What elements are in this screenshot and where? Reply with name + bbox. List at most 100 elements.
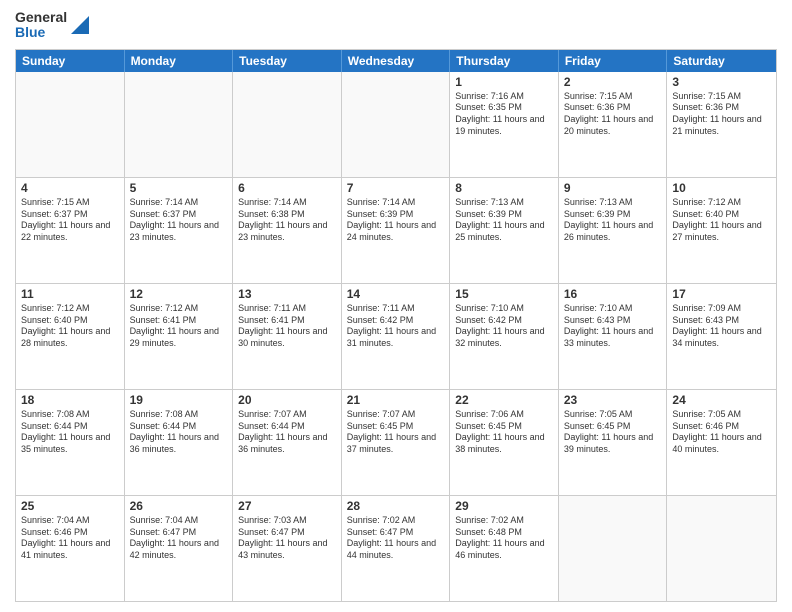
calendar-day-16: 16 Sunrise: 7:10 AM Sunset: 6:43 PM Dayli…: [559, 284, 668, 389]
day-number: 8: [455, 181, 553, 195]
day-number: 4: [21, 181, 119, 195]
day-number: 2: [564, 75, 662, 89]
day-info: Sunrise: 7:13 AM Sunset: 6:39 PM Dayligh…: [564, 197, 662, 244]
day-number: 3: [672, 75, 771, 89]
calendar-empty-cell: [125, 72, 234, 177]
day-info: Sunrise: 7:04 AM Sunset: 6:46 PM Dayligh…: [21, 515, 119, 562]
calendar-day-28: 28 Sunrise: 7:02 AM Sunset: 6:47 PM Dayli…: [342, 496, 451, 601]
day-number: 23: [564, 393, 662, 407]
day-info: Sunrise: 7:16 AM Sunset: 6:35 PM Dayligh…: [455, 91, 553, 138]
day-header-friday: Friday: [559, 50, 668, 72]
logo-blue-text: Blue: [15, 25, 67, 40]
calendar-day-24: 24 Sunrise: 7:05 AM Sunset: 6:46 PM Dayli…: [667, 390, 776, 495]
day-number: 19: [130, 393, 228, 407]
calendar: SundayMondayTuesdayWednesdayThursdayFrid…: [15, 49, 777, 602]
day-info: Sunrise: 7:13 AM Sunset: 6:39 PM Dayligh…: [455, 197, 553, 244]
calendar-day-3: 3 Sunrise: 7:15 AM Sunset: 6:36 PM Daylig…: [667, 72, 776, 177]
day-info: Sunrise: 7:14 AM Sunset: 6:39 PM Dayligh…: [347, 197, 445, 244]
day-number: 25: [21, 499, 119, 513]
calendar-day-15: 15 Sunrise: 7:10 AM Sunset: 6:42 PM Dayli…: [450, 284, 559, 389]
logo-triangle-icon: [71, 16, 89, 34]
calendar-day-21: 21 Sunrise: 7:07 AM Sunset: 6:45 PM Dayli…: [342, 390, 451, 495]
header: General Blue General Blue: [15, 10, 777, 41]
day-info: Sunrise: 7:14 AM Sunset: 6:37 PM Dayligh…: [130, 197, 228, 244]
day-info: Sunrise: 7:11 AM Sunset: 6:42 PM Dayligh…: [347, 303, 445, 350]
calendar-day-29: 29 Sunrise: 7:02 AM Sunset: 6:48 PM Dayli…: [450, 496, 559, 601]
calendar-day-26: 26Sunrise: 7:04 AM Sunset: 6:47 PM Dayli…: [125, 496, 234, 601]
day-info: Sunrise: 7:11 AM Sunset: 6:41 PM Dayligh…: [238, 303, 336, 350]
day-header-wednesday: Wednesday: [342, 50, 451, 72]
day-number: 20: [238, 393, 336, 407]
day-info: Sunrise: 7:04 AM Sunset: 6:47 PM Dayligh…: [130, 515, 228, 562]
day-header-saturday: Saturday: [667, 50, 776, 72]
day-info: Sunrise: 7:09 AM Sunset: 6:43 PM Dayligh…: [672, 303, 771, 350]
day-info: Sunrise: 7:02 AM Sunset: 6:48 PM Dayligh…: [455, 515, 553, 562]
day-info: Sunrise: 7:15 AM Sunset: 6:36 PM Dayligh…: [672, 91, 771, 138]
calendar-header: SundayMondayTuesdayWednesdayThursdayFrid…: [16, 50, 776, 72]
calendar-empty-cell: [667, 496, 776, 601]
day-info: Sunrise: 7:07 AM Sunset: 6:44 PM Dayligh…: [238, 409, 336, 456]
calendar-day-9: 9 Sunrise: 7:13 AM Sunset: 6:39 PM Daylig…: [559, 178, 668, 283]
day-info: Sunrise: 7:15 AM Sunset: 6:37 PM Dayligh…: [21, 197, 119, 244]
day-number: 24: [672, 393, 771, 407]
day-number: 18: [21, 393, 119, 407]
calendar-week-1: 1 Sunrise: 7:16 AM Sunset: 6:35 PM Daylig…: [16, 72, 776, 177]
calendar-empty-cell: [233, 72, 342, 177]
day-info: Sunrise: 7:10 AM Sunset: 6:42 PM Dayligh…: [455, 303, 553, 350]
day-number: 22: [455, 393, 553, 407]
calendar-day-20: 20 Sunrise: 7:07 AM Sunset: 6:44 PM Dayli…: [233, 390, 342, 495]
day-number: 10: [672, 181, 771, 195]
day-number: 15: [455, 287, 553, 301]
day-number: 21: [347, 393, 445, 407]
calendar-empty-cell: [559, 496, 668, 601]
calendar-week-4: 18 Sunrise: 7:08 AM Sunset: 6:44 PM Dayli…: [16, 389, 776, 495]
calendar-day-8: 8 Sunrise: 7:13 AM Sunset: 6:39 PM Daylig…: [450, 178, 559, 283]
day-number: 9: [564, 181, 662, 195]
day-number: 5: [130, 181, 228, 195]
calendar-day-4: 4 Sunrise: 7:15 AM Sunset: 6:37 PM Daylig…: [16, 178, 125, 283]
day-info: Sunrise: 7:08 AM Sunset: 6:44 PM Dayligh…: [130, 409, 228, 456]
calendar-empty-cell: [342, 72, 451, 177]
day-header-sunday: Sunday: [16, 50, 125, 72]
calendar-week-3: 11 Sunrise: 7:12 AM Sunset: 6:40 PM Dayli…: [16, 283, 776, 389]
day-info: Sunrise: 7:03 AM Sunset: 6:47 PM Dayligh…: [238, 515, 336, 562]
calendar-day-11: 11 Sunrise: 7:12 AM Sunset: 6:40 PM Dayli…: [16, 284, 125, 389]
day-header-monday: Monday: [125, 50, 234, 72]
calendar-week-5: 25 Sunrise: 7:04 AM Sunset: 6:46 PM Dayli…: [16, 495, 776, 601]
calendar-day-23: 23Sunrise: 7:05 AM Sunset: 6:45 PM Dayli…: [559, 390, 668, 495]
day-header-thursday: Thursday: [450, 50, 559, 72]
day-number: 6: [238, 181, 336, 195]
day-header-tuesday: Tuesday: [233, 50, 342, 72]
calendar-week-2: 4 Sunrise: 7:15 AM Sunset: 6:37 PM Daylig…: [16, 177, 776, 283]
day-number: 17: [672, 287, 771, 301]
day-number: 12: [130, 287, 228, 301]
calendar-day-12: 12 Sunrise: 7:12 AM Sunset: 6:41 PM Dayli…: [125, 284, 234, 389]
calendar-day-19: 19 Sunrise: 7:08 AM Sunset: 6:44 PM Dayli…: [125, 390, 234, 495]
day-number: 11: [21, 287, 119, 301]
calendar-day-17: 17 Sunrise: 7:09 AM Sunset: 6:43 PM Dayli…: [667, 284, 776, 389]
calendar-day-6: 6Sunrise: 7:14 AM Sunset: 6:38 PM Daylig…: [233, 178, 342, 283]
day-number: 16: [564, 287, 662, 301]
calendar-day-14: 14 Sunrise: 7:11 AM Sunset: 6:42 PM Dayli…: [342, 284, 451, 389]
day-info: Sunrise: 7:15 AM Sunset: 6:36 PM Dayligh…: [564, 91, 662, 138]
day-number: 29: [455, 499, 553, 513]
logo-general-text: General: [15, 10, 67, 25]
calendar-day-2: 2 Sunrise: 7:15 AM Sunset: 6:36 PM Daylig…: [559, 72, 668, 177]
day-info: Sunrise: 7:12 AM Sunset: 6:40 PM Dayligh…: [21, 303, 119, 350]
calendar-day-5: 5 Sunrise: 7:14 AM Sunset: 6:37 PM Daylig…: [125, 178, 234, 283]
calendar-day-13: 13Sunrise: 7:11 AM Sunset: 6:41 PM Dayli…: [233, 284, 342, 389]
calendar-empty-cell: [16, 72, 125, 177]
calendar-day-10: 10Sunrise: 7:12 AM Sunset: 6:40 PM Dayli…: [667, 178, 776, 283]
day-number: 14: [347, 287, 445, 301]
calendar-day-18: 18Sunrise: 7:08 AM Sunset: 6:44 PM Dayli…: [16, 390, 125, 495]
day-number: 27: [238, 499, 336, 513]
logo: General Blue General Blue: [15, 10, 89, 41]
day-info: Sunrise: 7:10 AM Sunset: 6:43 PM Dayligh…: [564, 303, 662, 350]
day-info: Sunrise: 7:05 AM Sunset: 6:46 PM Dayligh…: [672, 409, 771, 456]
day-info: Sunrise: 7:07 AM Sunset: 6:45 PM Dayligh…: [347, 409, 445, 456]
day-number: 28: [347, 499, 445, 513]
day-info: Sunrise: 7:02 AM Sunset: 6:47 PM Dayligh…: [347, 515, 445, 562]
day-number: 1: [455, 75, 553, 89]
day-number: 7: [347, 181, 445, 195]
day-info: Sunrise: 7:12 AM Sunset: 6:41 PM Dayligh…: [130, 303, 228, 350]
